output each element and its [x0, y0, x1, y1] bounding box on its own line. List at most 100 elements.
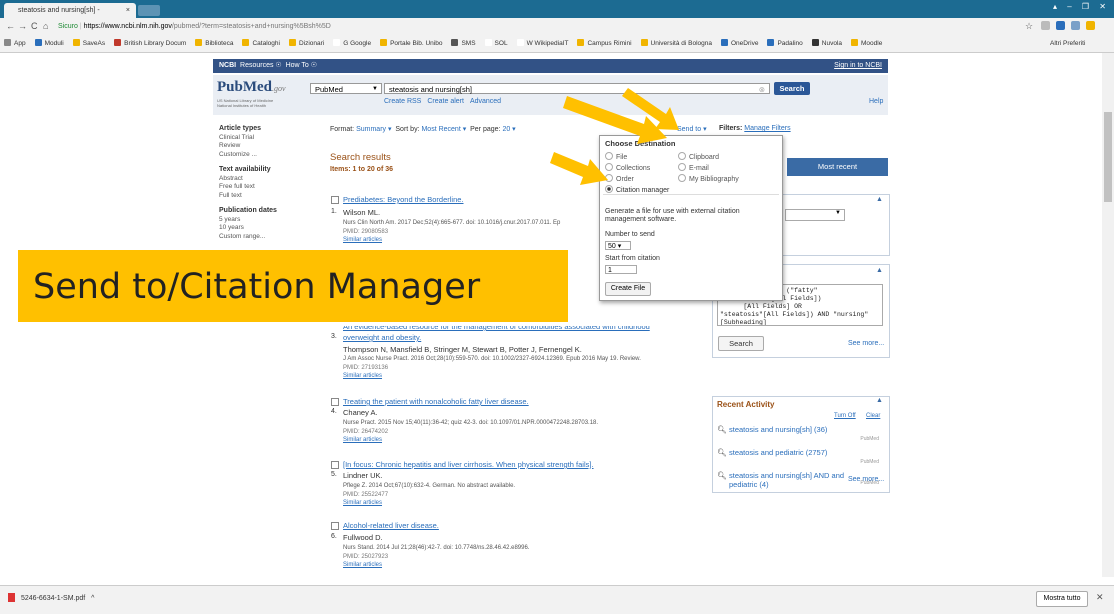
filter-item[interactable]: Free full text	[219, 183, 314, 192]
clear-icon[interactable]: ⊗	[759, 84, 765, 95]
ncbi-brand[interactable]: NCBI	[219, 62, 236, 69]
tab-close-icon[interactable]: ×	[126, 3, 130, 18]
filter-item[interactable]: Customize ...	[219, 151, 314, 160]
result-title-link-cont[interactable]: overweight and obesity.	[343, 333, 421, 342]
sidebar-select[interactable]: ▼	[785, 209, 845, 221]
perpage-select[interactable]: 20 ▾	[502, 126, 515, 133]
back-icon[interactable]: ←	[6, 21, 15, 31]
scrollbar-thumb[interactable]	[1104, 112, 1112, 202]
url-field[interactable]: Sicuro | https://www.ncbi.nlm.nih.gov/pu…	[58, 20, 331, 34]
bookmark-star-icon[interactable]: ☆	[1025, 21, 1033, 32]
chevron-up-icon[interactable]: ^	[91, 595, 94, 602]
close-icon[interactable]: ✕	[1096, 592, 1104, 603]
show-all-button[interactable]: Mostra tutto	[1036, 591, 1088, 607]
result-number: 5.	[331, 471, 337, 478]
filter-item[interactable]: 10 years	[219, 224, 314, 233]
extension-icon[interactable]	[1041, 21, 1050, 30]
bookmark-item[interactable]: Biblioteca	[195, 36, 233, 52]
bookmark-item[interactable]: OneDrive	[720, 36, 758, 52]
bookmark-item[interactable]: Moodle	[851, 36, 882, 52]
filter-item[interactable]: Full text	[219, 192, 314, 201]
sort-select[interactable]: Most Recent ▾	[421, 126, 466, 133]
home-icon[interactable]: ⌂	[43, 21, 48, 31]
recent-item[interactable]: 🔍︎ steatosis and nursing[sh] (36) PubMed	[717, 425, 879, 442]
result-checkbox[interactable]	[331, 196, 339, 204]
bookmark-label: Biblioteca	[205, 40, 234, 47]
start-input[interactable]: 1	[605, 265, 637, 274]
extension-icon[interactable]	[1056, 21, 1065, 30]
clear-link[interactable]: Clear	[866, 413, 880, 419]
details-search-button[interactable]: Search	[718, 336, 764, 351]
other-bookmarks[interactable]: Altri Preferiti	[1050, 36, 1085, 52]
similar-articles-link[interactable]: Similar articles	[343, 237, 382, 243]
recent-item[interactable]: 🔍︎ steatosis and pediatric (2757) PubMed	[717, 448, 879, 465]
bookmark-item[interactable]: App	[4, 36, 26, 52]
most-recent-button[interactable]: Most recent	[787, 158, 888, 176]
advanced-link[interactable]: Advanced	[470, 98, 501, 105]
result-citation: Nurs Clin North Am. 2017 Dec;52(4):665-6…	[343, 220, 561, 226]
create-file-button[interactable]: Create File	[605, 282, 651, 296]
extension-icon[interactable]	[1071, 21, 1080, 30]
turn-off-link[interactable]: Turn Off	[834, 413, 856, 419]
result-title-link[interactable]: An evidence-based resource for the manag…	[343, 326, 650, 331]
similar-articles-link[interactable]: Similar articles	[343, 437, 382, 443]
new-tab-button[interactable]	[138, 5, 160, 16]
see-more-link[interactable]: See more...	[848, 476, 884, 483]
result-title-link[interactable]: Prediabetes: Beyond the Borderline.	[343, 195, 464, 204]
create-rss-link[interactable]: Create RSS	[384, 98, 421, 105]
howto-menu[interactable]: How To ☉	[286, 62, 317, 69]
download-item[interactable]: 5246-6634-1-SM.pdf ^	[8, 593, 94, 602]
browser-tab[interactable]: steatosis and nursing[sh] - ×	[4, 3, 136, 18]
bookmark-item[interactable]: Cataloghi	[242, 36, 280, 52]
result-title-link[interactable]: Alcohol-related liver disease.	[343, 521, 439, 530]
collapse-icon[interactable]: ▲	[876, 267, 883, 274]
forward-icon[interactable]: →	[18, 21, 27, 31]
create-alert-link[interactable]: Create alert	[427, 98, 464, 105]
signin-link[interactable]: Sign in to NCBI	[834, 59, 882, 73]
result-checkbox[interactable]	[331, 522, 339, 530]
extension-icon[interactable]	[1086, 21, 1095, 30]
bookmark-item[interactable]: Università di Bologna	[640, 36, 712, 52]
help-link[interactable]: Help	[869, 98, 883, 105]
format-label: Format:	[330, 126, 355, 133]
filter-item[interactable]: Custom range...	[219, 233, 314, 242]
bookmark-item[interactable]: Nuvola	[811, 36, 842, 52]
bookmark-item[interactable]: Portale Bib. Unibo	[380, 36, 442, 52]
format-select[interactable]: Summary ▾	[356, 126, 391, 133]
manage-filters-link[interactable]: Manage Filters	[744, 125, 790, 132]
search-button[interactable]: Search	[774, 82, 810, 95]
result-title-link[interactable]: [In focus: Chronic hepatitis and liver c…	[343, 460, 594, 469]
similar-articles-link[interactable]: Similar articles	[343, 500, 382, 506]
bookmark-item[interactable]: W WikipediaIT	[516, 36, 568, 52]
database-select[interactable]: PubMed ▼	[310, 83, 382, 94]
collapse-icon[interactable]: ▲	[876, 196, 883, 203]
window-controls[interactable]: ▴ – ❐ ✕	[1053, 2, 1110, 11]
pubmed-logo[interactable]: PubMed.gov	[217, 79, 286, 96]
filter-item[interactable]: 5 years	[219, 216, 314, 225]
collapse-icon[interactable]: ▲	[876, 397, 883, 404]
resources-menu[interactable]: Resources ☉	[240, 62, 282, 69]
see-more-link[interactable]: See more...	[848, 340, 884, 347]
filter-item[interactable]: Review	[219, 142, 314, 151]
filter-item[interactable]: Clinical Trial	[219, 134, 314, 143]
recent-item[interactable]: 🔍︎ steatosis and nursing[sh] AND and pedi…	[717, 471, 879, 489]
bookmark-item[interactable]: SMS	[451, 36, 476, 52]
bookmark-item[interactable]: Padalino	[767, 36, 803, 52]
result-checkbox[interactable]	[331, 398, 339, 406]
similar-articles-link[interactable]: Similar articles	[343, 562, 382, 568]
similar-articles-link[interactable]: Similar articles	[343, 373, 382, 379]
filter-item[interactable]: Abstract	[219, 175, 314, 184]
bookmark-item[interactable]: SaveAs	[72, 36, 105, 52]
bookmark-item[interactable]: G Google	[333, 36, 371, 52]
bookmark-item[interactable]: Moduli	[34, 36, 64, 52]
search-results-title: Search results	[330, 152, 391, 163]
number-select[interactable]: 50 ▾	[605, 241, 631, 250]
bookmark-item[interactable]: Dizionari	[288, 36, 324, 52]
result-checkbox[interactable]	[331, 461, 339, 469]
result-title-link[interactable]: Treating the patient with nonalcoholic f…	[343, 397, 529, 406]
search-icon: 🔍︎	[717, 425, 727, 434]
bookmark-item[interactable]: Campus Rimini	[577, 36, 632, 52]
bookmark-item[interactable]: British Library Docum	[114, 36, 186, 52]
bookmark-item[interactable]: SOL	[484, 36, 508, 52]
reload-icon[interactable]: C	[31, 21, 38, 31]
